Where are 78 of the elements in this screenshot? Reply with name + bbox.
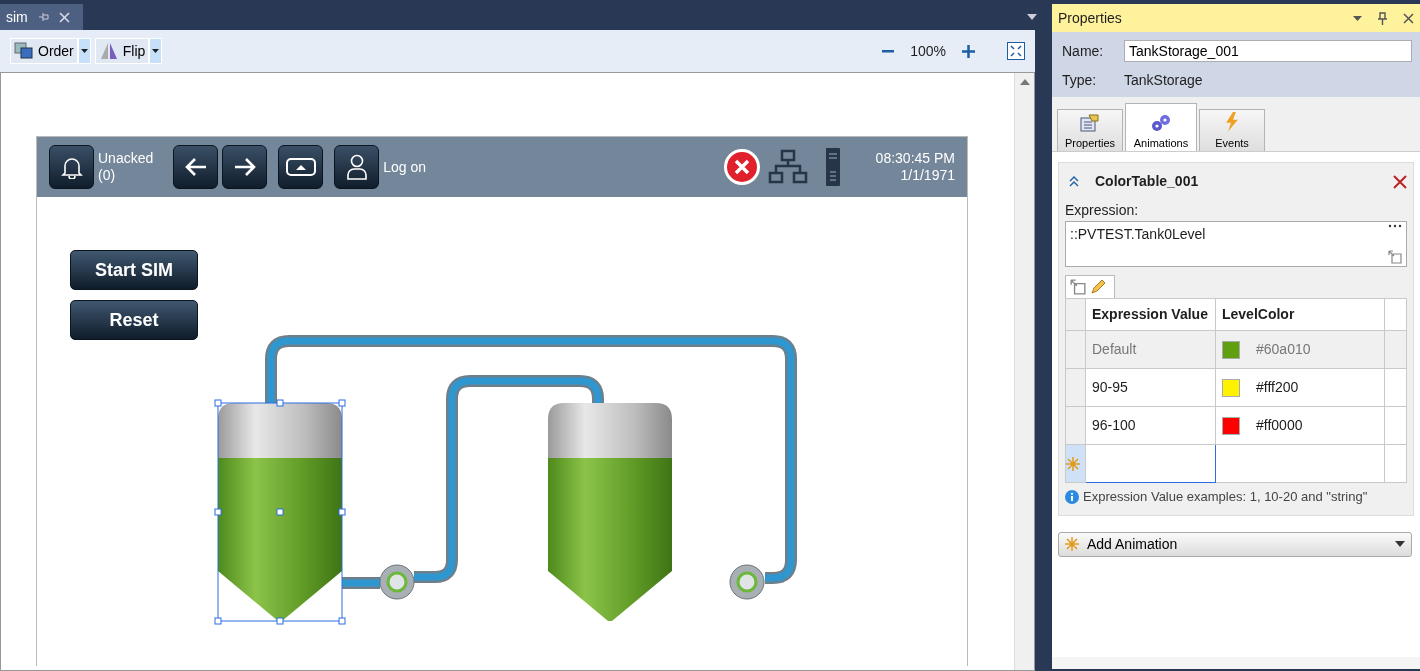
- screen-button[interactable]: [278, 145, 324, 189]
- name-label: Name:: [1062, 41, 1105, 61]
- network-icon: [767, 149, 808, 185]
- expand-icon[interactable]: [1388, 250, 1402, 264]
- zoom-out-icon[interactable]: [882, 49, 895, 53]
- panel-tab[interactable]: Animations: [1125, 103, 1197, 151]
- column-header: LevelColor: [1215, 298, 1385, 331]
- right-arrow-icon: [232, 157, 257, 177]
- color-swatch[interactable]: [1222, 417, 1240, 436]
- input-field[interactable]: [1085, 444, 1216, 483]
- dropdown-icon[interactable]: [1353, 15, 1362, 21]
- panel-tab[interactable]: Events: [1199, 109, 1265, 151]
- name-field[interactable]: TankStorage_001: [1124, 40, 1412, 62]
- table-cell[interactable]: 90-95: [1085, 368, 1216, 407]
- toolbar-button[interactable]: Flip: [94, 38, 150, 64]
- color-value: #ff0000: [1256, 417, 1303, 433]
- pump-drawing: [379, 564, 415, 600]
- expression-field[interactable]: ::PVTEST.Tank0Level: [1065, 221, 1407, 267]
- layers-icon: [14, 42, 34, 60]
- forward-button[interactable]: [222, 145, 268, 189]
- error-icon: [723, 149, 760, 185]
- properties-icon: [1079, 113, 1101, 132]
- color-value: #fff200: [1256, 379, 1299, 395]
- collapse-icon[interactable]: [1069, 176, 1079, 187]
- scroll-up-icon[interactable]: [1019, 79, 1030, 85]
- bell-icon: [60, 155, 83, 179]
- user-button[interactable]: [334, 145, 380, 189]
- caret-icon: [1395, 541, 1405, 547]
- add-animation-dropdown[interactable]: Add Animation: [1058, 531, 1412, 557]
- expression-label: Expression:: [1065, 201, 1140, 220]
- caret-icon: [80, 49, 88, 53]
- close-icon[interactable]: [1403, 12, 1414, 24]
- dropdown-icon[interactable]: [1027, 14, 1037, 20]
- screen-icon: [285, 158, 316, 176]
- fit-view-icon[interactable]: [1007, 42, 1025, 60]
- server-icon: [825, 148, 840, 186]
- alarm-button[interactable]: [49, 145, 94, 189]
- pipe-segment: [342, 577, 380, 589]
- table-cell[interactable]: 96-100: [1085, 406, 1216, 445]
- panel-tab[interactable]: Properties: [1057, 109, 1123, 151]
- alarm-count: (0): [98, 167, 117, 184]
- animation-title: ColorTable_001: [1095, 172, 1199, 191]
- zoom-level: 100%: [910, 41, 946, 61]
- hint-text: Expression Value examples: 1, 10-20 and "string": [1083, 488, 1368, 506]
- lightning-icon: [1224, 112, 1240, 132]
- flip-icon: [98, 42, 119, 60]
- more-icon[interactable]: [1388, 224, 1402, 228]
- info-icon: [1065, 489, 1079, 504]
- delete-icon[interactable]: [1393, 174, 1407, 189]
- gears-icon: [1150, 113, 1172, 132]
- sim-button[interactable]: Start SIM: [70, 250, 198, 290]
- log-on-label[interactable]: Log on: [383, 158, 427, 176]
- color-value: #60a010: [1256, 341, 1311, 357]
- column-header: Expression Value: [1085, 298, 1216, 331]
- pin-icon[interactable]: [1378, 11, 1387, 25]
- type-label: Type:: [1062, 71, 1098, 90]
- pencil-icon[interactable]: [1090, 279, 1106, 295]
- pump-drawing: [729, 564, 765, 600]
- user-icon: [346, 154, 367, 180]
- back-button[interactable]: [173, 145, 219, 189]
- tank-drawing[interactable]: [214, 399, 346, 625]
- clock-date: 1/1/1971: [899, 167, 955, 184]
- dropdown-button[interactable]: [149, 38, 163, 64]
- tab-title: sim: [6, 7, 28, 27]
- toolbar-button[interactable]: Order: [10, 38, 78, 64]
- zoom-in-icon[interactable]: [962, 44, 975, 58]
- tank-drawing[interactable]: [548, 403, 672, 621]
- sim-button[interactable]: Reset: [70, 300, 198, 340]
- alarm-status-label: Unacked: [98, 150, 154, 167]
- left-arrow-icon: [183, 157, 208, 177]
- type-value: TankStorage: [1124, 71, 1203, 90]
- new-row-icon: [1066, 457, 1080, 472]
- asterisk-icon: [1065, 537, 1079, 551]
- color-swatch[interactable]: [1222, 379, 1240, 398]
- expand-icon[interactable]: [1070, 279, 1086, 295]
- caret-icon: [152, 49, 160, 53]
- clock-time: 08:30:45 PM: [875, 150, 955, 167]
- panel-title: Properties: [1058, 8, 1122, 28]
